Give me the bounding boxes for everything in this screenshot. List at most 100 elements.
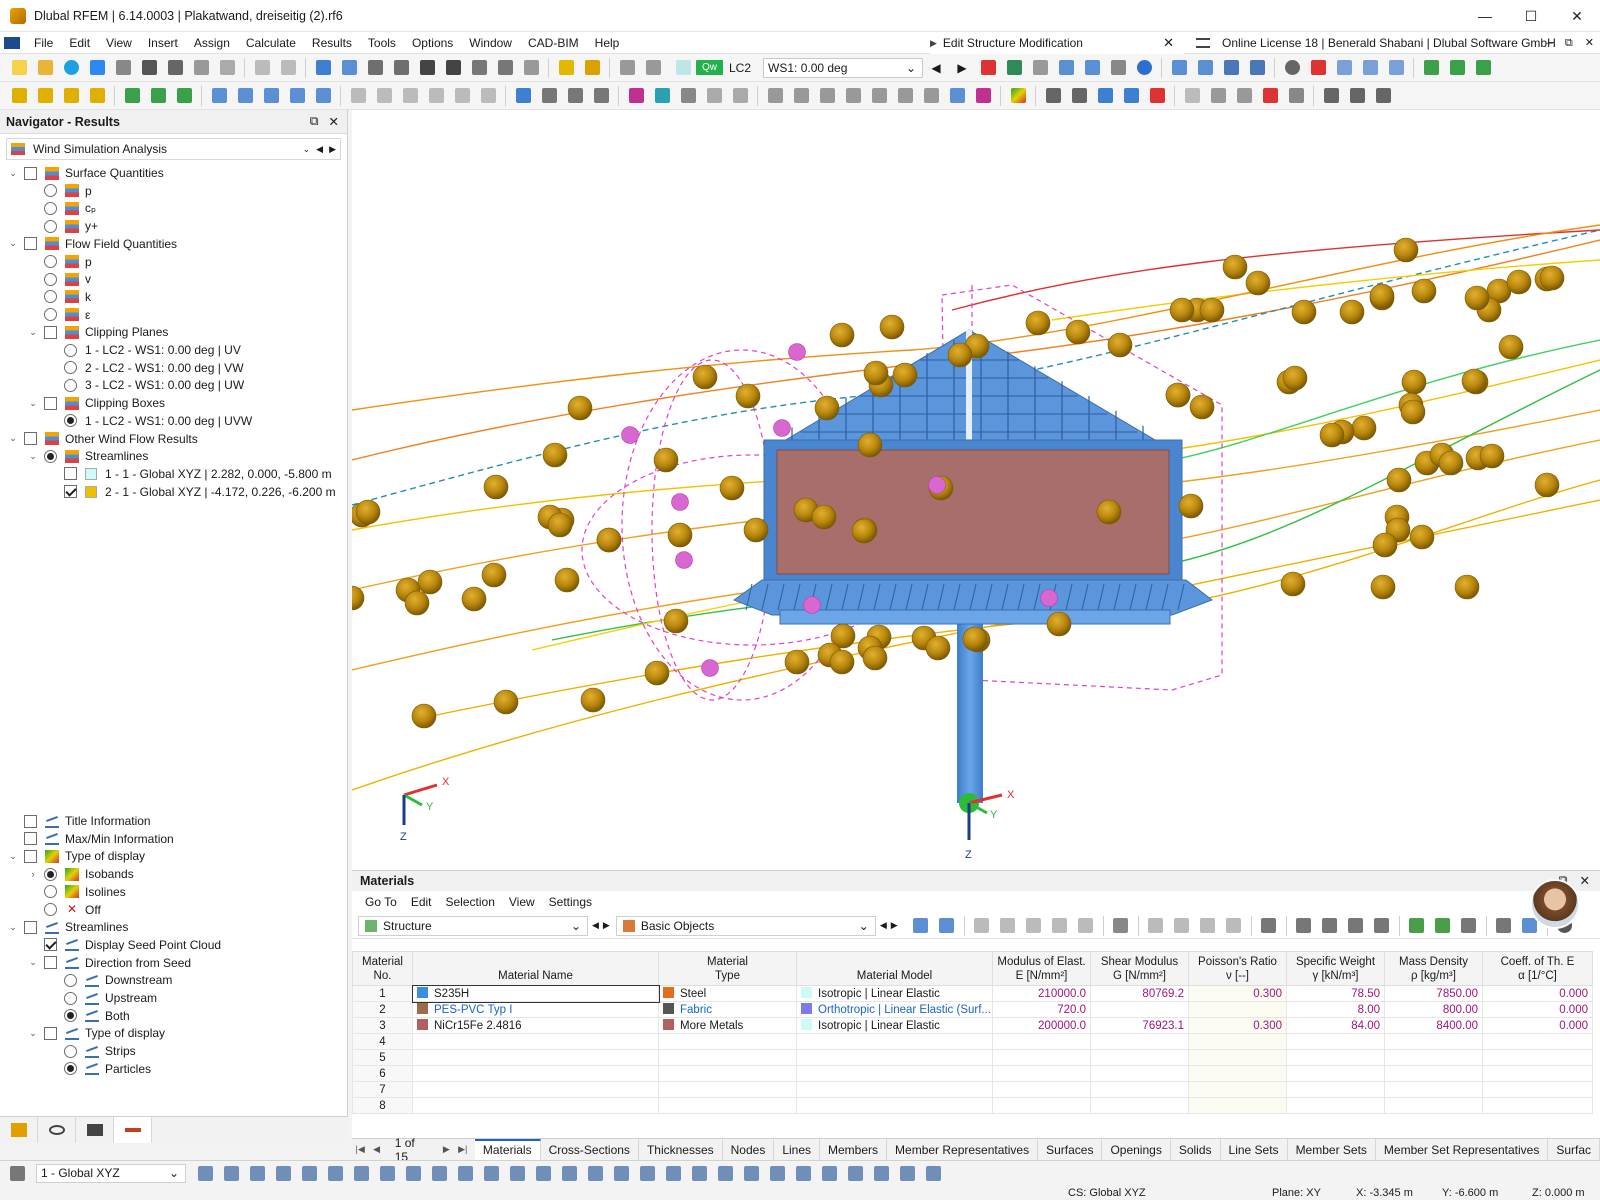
dim-icon[interactable] — [610, 1162, 632, 1184]
tree-radio[interactable] — [44, 184, 57, 198]
tab-member-sets[interactable]: Member Sets — [1288, 1138, 1376, 1161]
cell-a[interactable] — [1482, 1065, 1593, 1082]
cell-g[interactable]: 76923.1 — [1090, 1017, 1189, 1034]
box2-icon[interactable] — [1359, 57, 1381, 79]
prev-case-icon[interactable]: ◀ — [925, 57, 947, 79]
member-icon[interactable] — [121, 85, 143, 107]
print-table-icon[interactable] — [1493, 915, 1515, 937]
cell-no[interactable]: 4 — [352, 1033, 413, 1050]
align6-icon[interactable] — [894, 85, 916, 107]
maximize-button[interactable]: ☐ — [1508, 0, 1554, 32]
cell-nu[interactable] — [1188, 1097, 1287, 1114]
cell-model[interactable]: Isotropic | Linear Elastic — [796, 985, 993, 1002]
cell-e[interactable] — [992, 1049, 1091, 1066]
cell-w[interactable]: 78.50 — [1286, 985, 1385, 1002]
cell-name[interactable]: S235H — [411, 984, 660, 1003]
navigator-icon[interactable] — [312, 57, 334, 79]
link-icon[interactable] — [1181, 85, 1203, 107]
result-next-icon[interactable] — [642, 57, 664, 79]
tree-radio[interactable] — [64, 973, 77, 987]
filter-icon[interactable] — [977, 57, 999, 79]
materials-menu-view[interactable]: View — [502, 895, 542, 909]
line-tool-icon[interactable] — [34, 85, 56, 107]
undo-icon[interactable] — [251, 57, 273, 79]
cell-rho[interactable]: 8400.00 — [1384, 1017, 1483, 1034]
cell-no[interactable]: 3 — [352, 1017, 413, 1034]
open-icon[interactable] — [34, 57, 56, 79]
table-row-icon[interactable] — [1075, 915, 1097, 937]
tangent-icon[interactable] — [740, 1162, 762, 1184]
tree-checkbox[interactable] — [24, 832, 37, 846]
menu-options[interactable]: Options — [404, 32, 461, 54]
report-icon[interactable] — [190, 57, 212, 79]
export-icon[interactable] — [1406, 915, 1428, 937]
cell-nu[interactable] — [1188, 1065, 1287, 1082]
menu-edit[interactable]: Edit — [61, 32, 98, 54]
display-tab-icon[interactable] — [38, 1117, 76, 1143]
results-on-icon[interactable] — [1003, 57, 1025, 79]
tree-radio[interactable] — [44, 449, 57, 463]
cell-model[interactable] — [796, 1097, 993, 1114]
menu-tools[interactable]: Tools — [360, 32, 404, 54]
tab-openings[interactable]: Openings — [1102, 1138, 1171, 1161]
cell-rho[interactable]: 7850.00 — [1384, 985, 1483, 1002]
tree-item[interactable]: Downstream — [48, 971, 172, 989]
cell-nu[interactable]: 0.300 — [1188, 985, 1287, 1002]
cell-w[interactable] — [1286, 1065, 1385, 1082]
tab-surfaces[interactable]: Surfaces — [1038, 1138, 1103, 1161]
ortho-icon[interactable] — [428, 1162, 450, 1184]
object-snap-icon[interactable] — [480, 1162, 502, 1184]
cell-e[interactable]: 210000.0 — [992, 985, 1091, 1002]
tab-thicknesses[interactable]: Thicknesses — [639, 1138, 723, 1161]
column-header[interactable]: Material Name — [412, 951, 659, 986]
tab-members[interactable]: Members — [820, 1138, 888, 1161]
dimension3-icon[interactable] — [399, 85, 421, 107]
tree-item[interactable]: ⌄ Surface Quantities — [8, 164, 164, 182]
fx-icon[interactable] — [1319, 915, 1341, 937]
web-icon[interactable] — [86, 57, 108, 79]
cell-g[interactable] — [1090, 1097, 1189, 1114]
cell-nu[interactable] — [1188, 1033, 1287, 1050]
tree-radio[interactable] — [44, 290, 57, 304]
tree-radio[interactable] — [64, 343, 77, 357]
cell-w[interactable] — [1286, 1081, 1385, 1098]
tree-item[interactable]: 3 - LC2 - WS1: 0.00 deg | UW — [48, 376, 244, 394]
table-add-icon[interactable] — [1023, 915, 1045, 937]
cell-name[interactable] — [412, 1097, 659, 1114]
cell-type[interactable]: Fabric — [658, 1001, 797, 1018]
assistant-avatar[interactable] — [1530, 879, 1580, 929]
next-icon[interactable]: ▶ — [603, 920, 610, 931]
materials-menu-settings[interactable]: Settings — [542, 895, 599, 909]
tree-checkbox[interactable] — [24, 432, 37, 445]
tree-radio[interactable] — [44, 308, 57, 322]
table-row[interactable]: 7 — [352, 1081, 1593, 1098]
tree-item[interactable]: Upstream — [48, 989, 157, 1007]
cell-type[interactable] — [658, 1081, 797, 1098]
tree-item[interactable]: 1 - LC2 - WS1: 0.00 deg | UVW — [48, 412, 252, 430]
menu-window[interactable]: Window — [461, 32, 520, 54]
track-icon[interactable] — [558, 1162, 580, 1184]
column-header[interactable]: Coeff. of Th. E α [1/°C] — [1482, 951, 1593, 986]
lock-icon[interactable] — [662, 1162, 684, 1184]
cell-name[interactable] — [412, 1065, 659, 1082]
load-case-selector[interactable]: Qw LC2 — [670, 58, 763, 78]
column-header[interactable]: Material Type — [658, 951, 797, 986]
table-remove-icon[interactable] — [1171, 915, 1193, 937]
more-icon[interactable] — [922, 1162, 944, 1184]
column-header[interactable]: Shear Modulus G [N/mm²] — [1090, 951, 1189, 986]
cell-w[interactable]: 84.00 — [1286, 1017, 1385, 1034]
tab-surfac[interactable]: Surfac — [1548, 1138, 1600, 1161]
tree-checkbox[interactable] — [44, 1026, 57, 1040]
materials-menu-edit[interactable]: Edit — [404, 895, 439, 909]
cell-rho[interactable] — [1384, 1097, 1483, 1114]
axis-y-icon[interactable] — [1446, 57, 1468, 79]
tree-item[interactable]: 1 - LC2 - WS1: 0.00 deg | UV — [48, 341, 241, 359]
menu-help[interactable]: Help — [587, 32, 628, 54]
cell-no[interactable]: 7 — [352, 1081, 413, 1098]
stretch-icon[interactable] — [729, 85, 751, 107]
workplane-icon[interactable] — [538, 85, 560, 107]
arrows-icon[interactable] — [703, 85, 725, 107]
settings-icon[interactable] — [1281, 57, 1303, 79]
snap-mid-icon[interactable] — [402, 1162, 424, 1184]
snap-member-icon[interactable] — [272, 1162, 294, 1184]
